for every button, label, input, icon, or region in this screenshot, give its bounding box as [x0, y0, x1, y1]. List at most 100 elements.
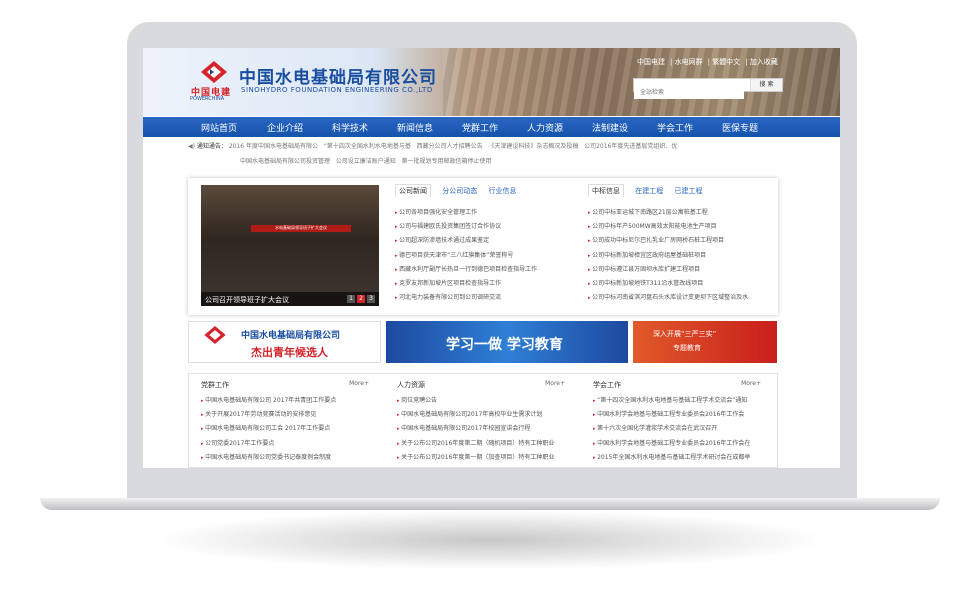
- list-item[interactable]: 第十六次全国化学灌浆学术交流会在武汉召开: [593, 422, 763, 436]
- list-item[interactable]: 河北电力装备有限公司到公司调研交流: [395, 291, 575, 305]
- nav-item-medical[interactable]: 医保专题: [722, 121, 758, 134]
- slider-dot-1[interactable]: 1: [347, 295, 355, 303]
- main-nav: 网站首页 企业介绍 科学技术 新闻信息 党群工作 人力资源 法制建设 学会工作 …: [143, 117, 840, 137]
- toplink-traditional-chinese[interactable]: 繁體中文: [712, 58, 740, 66]
- company-name-en: SINOHYDRO FOUNDATION ENGINEERING CO.,LTD: [241, 86, 433, 94]
- more-link[interactable]: More+: [545, 380, 565, 387]
- news-photo-slider[interactable]: 水电基础局领导班子扩大会议 公司召开领导班子扩大会议 123: [201, 185, 379, 306]
- column-title: 人力资源: [397, 381, 425, 389]
- list-item[interactable]: 公司中标新加坡地铁T311沿水管改线项目: [588, 277, 768, 291]
- nav-item-party[interactable]: 党群工作: [462, 121, 498, 134]
- list-item[interactable]: 公司中标年产500MW高效太阳能电池生产项目: [588, 220, 768, 234]
- search-box: 搜 索: [633, 78, 783, 99]
- list-item[interactable]: 中国水电基础局有限公司2017年校园宣讲会行程: [397, 422, 567, 436]
- slider-dots: 123: [345, 294, 375, 303]
- photo-banner-text: 水电基础局领导班子扩大会议: [251, 225, 351, 232]
- list-item[interactable]: 中国水电基础局有限公司 2017年共青团工作要点: [201, 394, 371, 408]
- list-item[interactable]: 岗位竞聘公告: [397, 394, 567, 408]
- toplink-add-favorite[interactable]: 加入收藏: [750, 58, 778, 66]
- column-party-work: 党群工作 More+ 中国水电基础局有限公司 2017年共青团工作要点 关于开展…: [189, 374, 379, 468]
- notice-sub-bar: 中国水电基础局有限公司投资管理 公司设立廉洁账户通知 第一批规划专用邮政信箱停止…: [240, 156, 492, 165]
- column-society: 学会工作 More+ “第十四次全国水利水电地基与基础工程学术交流会”通知 中国…: [581, 374, 771, 468]
- list-item[interactable]: 公司中标遵江县万固坝水库扩建工程项目: [588, 263, 768, 277]
- list-item[interactable]: 中国水利学会地基与基础工程专业委员会2016年工作会在: [593, 437, 763, 451]
- laptop-shadow: [150, 510, 830, 570]
- photo-caption: 公司召开领导班子扩大会议 123: [201, 292, 379, 306]
- slider-dot-3[interactable]: 3: [367, 295, 375, 303]
- notice-sub-item[interactable]: 中国水电基础局有限公司投资管理: [240, 158, 330, 165]
- site-header: 中国电建 POWERCHINA 中国水电基础局有限公司 SINOHYDRO FO…: [143, 48, 840, 116]
- news-tabs: 公司新闻 分公司动态 行业信息: [395, 184, 525, 200]
- notice-sub-item[interactable]: 第一批规划专用邮政信箱停止使用: [402, 158, 492, 165]
- notice-item[interactable]: 公司2016年度先进基层党组织、优: [584, 143, 677, 150]
- list-item[interactable]: 公司超深防渗墙技术通过成果鉴定: [395, 234, 575, 248]
- notice-item[interactable]: 西藏分公司人才招聘公告: [417, 143, 483, 150]
- slider-dot-2[interactable]: 2: [357, 295, 365, 303]
- study-banner[interactable]: 学习一做 学习教育: [386, 321, 628, 363]
- notice-bar: ◀) 通知通告： 2016 年度中国水电基础局有限公 “第十四次全国水利水电地基…: [188, 141, 808, 150]
- list-item[interactable]: 公司成功中标尼尔巴扎乳业厂房网桥石桩工程项目: [588, 234, 768, 248]
- search-input[interactable]: [634, 86, 744, 99]
- search-button[interactable]: 搜 索: [750, 79, 782, 91]
- notice-sub-item[interactable]: 公司设立廉洁账户通知: [336, 158, 396, 165]
- nav-item-news[interactable]: 新闻信息: [397, 121, 433, 134]
- list-item[interactable]: 德巴项目获天津市“三八红旗集体”荣誉称号: [395, 249, 575, 263]
- three-strict-banner[interactable]: 深入开展“三严三实” 专题教育: [633, 321, 777, 363]
- list-item[interactable]: 克罗友邦新加坡片区项目检查指导工作: [395, 277, 575, 291]
- study-banner-text: 学习一做 学习教育: [446, 337, 563, 353]
- tab-industry-info[interactable]: 行业信息: [488, 187, 516, 195]
- website-screen: 中国电建 POWERCHINA 中国水电基础局有限公司 SINOHYDRO FO…: [143, 48, 840, 468]
- bid-list: 公司中标亚运城下南路区21层公寓桩基工程 公司中标年产500MW高效太阳能电池生…: [588, 206, 768, 305]
- more-link[interactable]: More+: [741, 380, 761, 387]
- list-item[interactable]: 公司各项目强化安全管理工作: [395, 206, 575, 220]
- list-item[interactable]: 关于开展2017年劳动竞赛活动的安排意见: [201, 408, 371, 422]
- notice-item[interactable]: 《天津建设科技》杂志概况及投稿: [488, 143, 578, 150]
- list-item[interactable]: 关于公布公司2016年度第二期（随机项目）特有工种职业: [397, 437, 567, 451]
- list-item[interactable]: 中国水利学会地基与基础工程专业委员会2016年工作会: [593, 408, 763, 422]
- list-item[interactable]: 中国水电基础局有限公司工会 2017年工作要点: [201, 422, 371, 436]
- nav-item-science[interactable]: 科学技术: [332, 121, 368, 134]
- youth-banner-subtitle: 杰出青年候选人: [251, 346, 328, 359]
- powerchina-logo-icon: [195, 326, 235, 358]
- list-item[interactable]: 公司中标新加坡樟宜区政府组屋基础桩项目: [588, 249, 768, 263]
- tab-bid-info[interactable]: 中标信息: [588, 184, 624, 197]
- logo-text-en: POWERCHINA: [190, 96, 225, 102]
- tab-branch-news[interactable]: 分公司动态: [442, 187, 477, 195]
- nav-item-home[interactable]: 网站首页: [201, 121, 237, 134]
- list-item[interactable]: 中国水电基础局有限公司党委书记泰度例会制度: [201, 451, 371, 465]
- notice-label: 通知通告：: [196, 143, 227, 150]
- list-item[interactable]: 公司与福建欧氏投资集团签订合作协议: [395, 220, 575, 234]
- nav-item-society[interactable]: 学会工作: [657, 121, 693, 134]
- tab-completed-projects[interactable]: 已建工程: [674, 187, 702, 195]
- list-item[interactable]: 关于公布公司2016年度第一期（加查项目）特有工种职业: [397, 451, 567, 465]
- list-item[interactable]: 中国水电基础局有限公司2017年高校毕业生需求计划: [397, 408, 567, 422]
- speaker-icon: ◀): [188, 143, 195, 150]
- notice-item[interactable]: “第十四次全国水利水电地基与基: [324, 143, 411, 150]
- news-panel: 水电基础局领导班子扩大会议 公司召开领导班子扩大会议 123 公司新闻 分公司动…: [188, 178, 778, 315]
- laptop-base: [40, 498, 940, 510]
- column-title: 学会工作: [593, 381, 621, 389]
- company-name-cn: 中国水电基础局有限公司: [239, 68, 437, 88]
- three-strict-banner-subtitle: 专题教育: [673, 344, 701, 352]
- youth-banner[interactable]: 中国水电基础局有限公司 杰出青年候选人: [188, 321, 381, 363]
- toplink-hydro-sites[interactable]: 水电网群: [675, 58, 703, 66]
- list-item[interactable]: 公司中标亚运城下南路区21层公寓桩基工程: [588, 206, 768, 220]
- tab-company-news[interactable]: 公司新闻: [395, 184, 431, 197]
- youth-banner-title: 中国水电基础局有限公司: [241, 331, 341, 341]
- nav-item-hr[interactable]: 人力资源: [527, 121, 563, 134]
- list-item[interactable]: 公司党委2017年工作要点: [201, 437, 371, 451]
- list-item[interactable]: 公司中标河南省淇河盘石头水库设计变更坝下区域整治及水: [588, 291, 768, 305]
- nav-item-about[interactable]: 企业介绍: [267, 121, 303, 134]
- notice-item[interactable]: 2016 年度中国水电基础局有限公: [229, 143, 318, 150]
- list-item[interactable]: 2015年全国水利水电地基与基础工程学术研讨会在成都举: [593, 451, 763, 465]
- more-link[interactable]: More+: [349, 380, 369, 387]
- tab-ongoing-projects[interactable]: 在建工程: [635, 187, 663, 195]
- bid-tabs: 中标信息 在建工程 已建工程: [588, 184, 711, 200]
- top-links: 中国电建 | 水电网群 | 繁體中文 | 加入收藏: [637, 58, 778, 66]
- list-item[interactable]: “第十四次全国水利水电地基与基础工程学术交流会”通知: [593, 394, 763, 408]
- column-hr: 人力资源 More+ 岗位竞聘公告 中国水电基础局有限公司2017年高校毕业生需…: [385, 374, 575, 468]
- bottom-columns: 党群工作 More+ 中国水电基础局有限公司 2017年共青团工作要点 关于开展…: [188, 373, 778, 468]
- toplink-powerchina[interactable]: 中国电建: [637, 58, 665, 66]
- list-item[interactable]: 西藏水利厅副厅长热旦一行到德巴项目检查指导工作: [395, 263, 575, 277]
- nav-item-law[interactable]: 法制建设: [592, 121, 628, 134]
